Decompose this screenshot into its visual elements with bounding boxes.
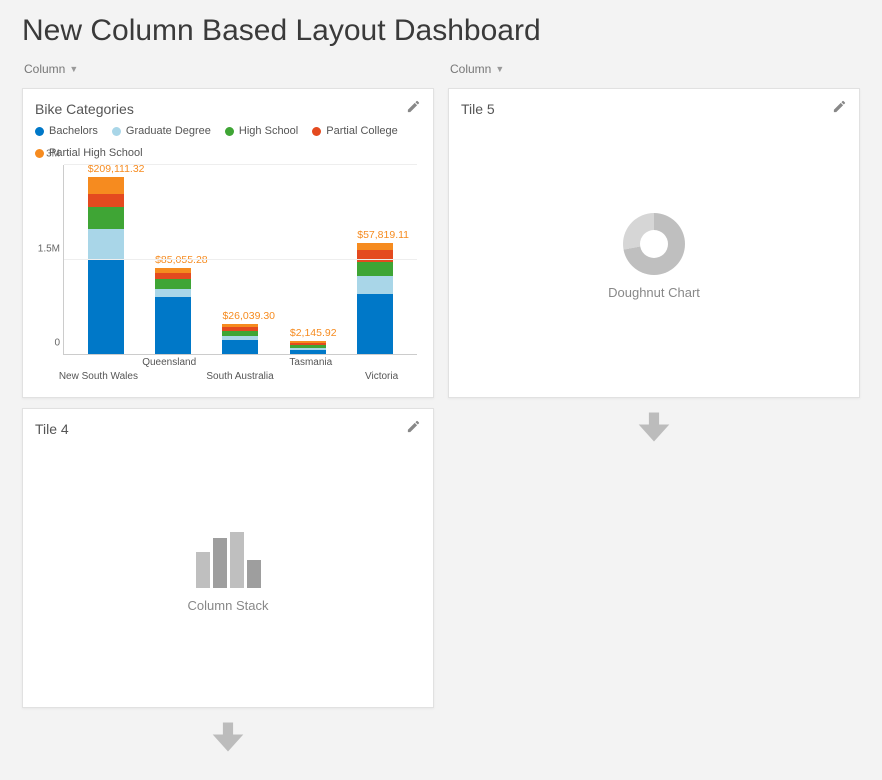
x-axis-label: Victoria: [365, 371, 398, 382]
legend-item: High School: [225, 125, 298, 137]
chart-xaxis: New South WalesQueenslandSouth Australia…: [63, 355, 417, 389]
bar-segment: [357, 250, 393, 261]
bar-stack: [155, 268, 191, 354]
bar-slot: $85,055.28: [152, 268, 194, 354]
column-stack-icon: [196, 530, 261, 588]
legend-label: Graduate Degree: [126, 125, 211, 137]
legend-label: Partial High School: [49, 147, 143, 159]
doughnut-icon: [623, 213, 685, 275]
x-axis-label: South Australia: [206, 371, 273, 382]
drop-arrow-right[interactable]: [637, 412, 671, 447]
tile-4-title: Tile 4: [35, 421, 69, 437]
bar-stack: [88, 177, 124, 354]
bar-segment: [88, 194, 124, 207]
tile-5[interactable]: Tile 5 Doughnut Chart: [448, 88, 860, 398]
y-tick: 3M: [34, 149, 60, 160]
bar-slot: $209,111.32: [85, 177, 127, 354]
tile-5-title: Tile 5: [461, 101, 495, 117]
bar-value-label: $85,055.28: [155, 254, 208, 266]
bar-segment: [88, 177, 124, 195]
column-right: Column ▼ Tile 5 Doughnut Chart: [448, 54, 860, 757]
bar-segment: [88, 207, 124, 229]
page-title: New Column Based Layout Dashboard: [0, 0, 882, 54]
bar-segment: [155, 279, 191, 289]
pencil-icon[interactable]: [832, 99, 847, 119]
column-left-label: Column: [24, 62, 65, 76]
column-left-header[interactable]: Column ▼: [22, 54, 434, 78]
legend-item: Graduate Degree: [112, 125, 211, 137]
legend-label: High School: [239, 125, 298, 137]
bar-stack: [222, 324, 258, 354]
x-axis-label: Tasmania: [289, 357, 332, 368]
bar-segment: [290, 350, 326, 354]
chart-area: $209,111.32 $85,055.28 $26,039.30 $2,145.92…: [63, 165, 417, 355]
bar-segment: [357, 276, 393, 294]
caret-down-icon: ▼: [495, 64, 504, 74]
bar-segment: [357, 294, 393, 354]
bar-segment: [155, 289, 191, 297]
pencil-icon[interactable]: [406, 419, 421, 439]
bar-value-label: $26,039.30: [222, 310, 275, 322]
bar-slot: $2,145.92: [287, 341, 329, 354]
bar-value-label: $57,819.11: [357, 229, 409, 241]
legend-swatch: [225, 127, 234, 136]
legend-label: Partial College: [326, 125, 398, 137]
caret-down-icon: ▼: [69, 64, 78, 74]
tile-5-placeholder-label: Doughnut Chart: [608, 285, 700, 300]
pencil-icon[interactable]: [406, 99, 421, 119]
legend-swatch: [312, 127, 321, 136]
tile-4-placeholder-label: Column Stack: [188, 598, 269, 613]
legend-swatch: [35, 127, 44, 136]
x-axis-label: New South Wales: [59, 371, 138, 382]
tile-4[interactable]: Tile 4 Column Stack: [22, 408, 434, 708]
x-axis-label: Queensland: [142, 357, 196, 368]
y-tick: 1.5M: [34, 243, 60, 254]
bar-segment: [222, 340, 258, 354]
gridline: [64, 259, 417, 260]
bar-stack: [290, 341, 326, 354]
bar-segment: [357, 262, 393, 277]
legend-swatch: [112, 127, 121, 136]
legend-label: Bachelors: [49, 125, 98, 137]
tile-bike-categories[interactable]: Bike Categories Bachelors Graduate Degree…: [22, 88, 434, 398]
bar-segment: [88, 259, 124, 354]
chart-legend: Bachelors Graduate Degree High School Parti…: [35, 125, 421, 159]
column-left: Column ▼ Bike Categories Bachelors Gradua…: [22, 54, 434, 757]
tile-bike-title: Bike Categories: [35, 101, 134, 117]
legend-item: Partial College: [312, 125, 398, 137]
y-tick: 0: [34, 338, 60, 349]
bar-segment: [357, 243, 393, 251]
gridline: [64, 164, 417, 165]
column-right-header[interactable]: Column ▼: [448, 54, 860, 78]
column-right-label: Column: [450, 62, 491, 76]
bar-slot: $26,039.30: [219, 324, 261, 354]
bar-segment: [88, 229, 124, 259]
legend-item: Bachelors: [35, 125, 98, 137]
bar-value-label: $2,145.92: [290, 327, 337, 339]
bar-segment: [155, 297, 191, 354]
drop-arrow-left[interactable]: [211, 722, 245, 757]
